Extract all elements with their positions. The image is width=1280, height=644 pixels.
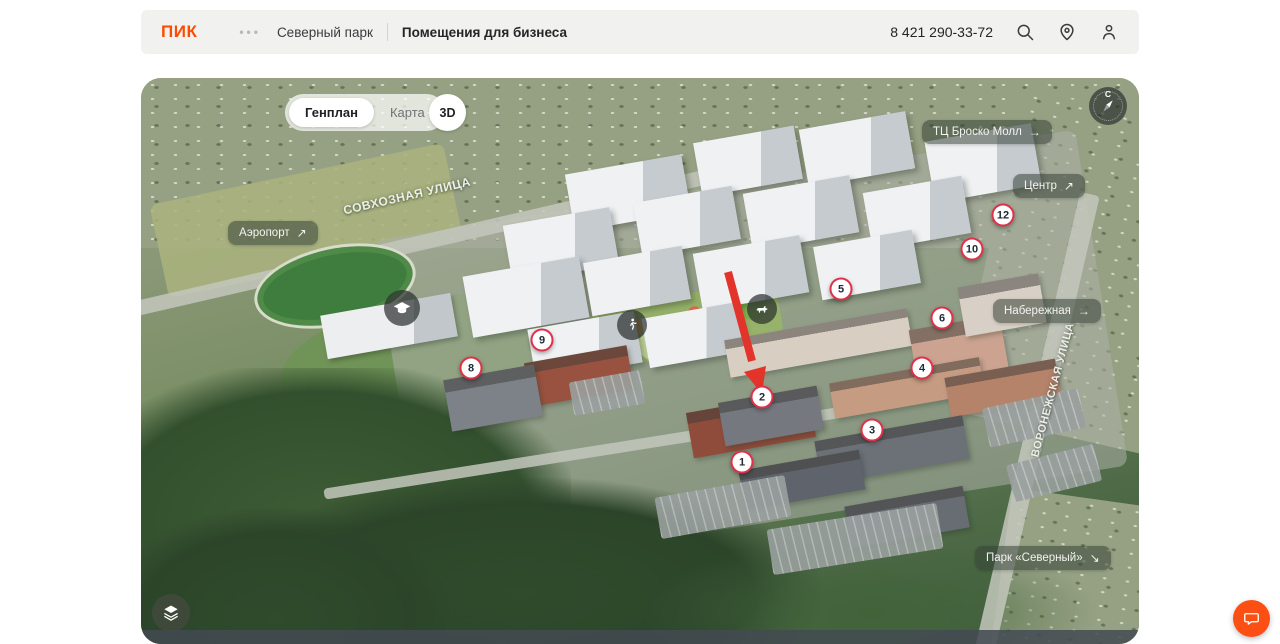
- map-decor-forest2: [141, 508, 451, 644]
- arrow-icon: →: [1078, 304, 1090, 318]
- location-label-brosko-mall[interactable]: ТЦ Броско Молл →: [922, 120, 1052, 144]
- arrow-icon: ↗: [297, 226, 307, 240]
- phone-number[interactable]: 8 421 290-33-72: [890, 24, 993, 40]
- building-marker-10[interactable]: 10: [961, 238, 984, 261]
- projects-menu-dots[interactable]: •••: [239, 25, 261, 39]
- building-marker-1[interactable]: 1: [731, 451, 754, 474]
- location-label-embankment[interactable]: Набережная →: [993, 299, 1101, 323]
- header-divider: [387, 23, 388, 41]
- pik-logo[interactable]: ПИК: [161, 22, 197, 42]
- location-label-text: Центр: [1024, 180, 1057, 192]
- building-marker-8[interactable]: 8: [460, 357, 483, 380]
- map-decor-strip: [141, 630, 1139, 644]
- compass-north-letter: С: [1105, 89, 1111, 99]
- location-label-airport[interactable]: Аэропорт ↗: [228, 221, 318, 245]
- building-marker-5[interactable]: 5: [830, 278, 853, 301]
- view-3d-button[interactable]: 3D: [429, 94, 466, 131]
- map-view-tabs: Генплан Карта: [285, 94, 445, 131]
- top-header: ПИК ••• Северный парк Помещения для бизн…: [141, 10, 1139, 54]
- school-icon[interactable]: [384, 290, 420, 326]
- location-label-text: ТЦ Броско Молл: [933, 126, 1022, 138]
- building-marker-3[interactable]: 3: [861, 419, 884, 442]
- building-marker-6[interactable]: 6: [931, 307, 954, 330]
- genplan-map-canvas[interactable]: СОВХОЗНАЯ УЛИЦА ВОРОНЕЖСКАЯ УЛИЦА 1 2 3 …: [141, 78, 1139, 644]
- location-label-text: Набережная: [1004, 305, 1071, 317]
- tab-genplan[interactable]: Генплан: [289, 98, 374, 127]
- search-icon[interactable]: [1015, 22, 1035, 42]
- compass-icon[interactable]: С: [1089, 87, 1127, 125]
- building-marker-4[interactable]: 4: [911, 357, 934, 380]
- nav-project-name[interactable]: Северный парк: [277, 25, 373, 40]
- location-pin-icon[interactable]: [1057, 22, 1077, 42]
- layers-icon[interactable]: [152, 594, 190, 632]
- nav-section-title[interactable]: Помещения для бизнеса: [402, 25, 567, 40]
- arrow-icon: →: [1029, 125, 1041, 139]
- location-label-center[interactable]: Центр ↗: [1013, 174, 1085, 198]
- location-label-text: Парк «Северный»: [986, 552, 1083, 564]
- location-label-text: Аэропорт: [239, 227, 290, 239]
- building-marker-2[interactable]: 2: [751, 386, 774, 409]
- arrow-icon: ↗: [1064, 179, 1074, 193]
- header-actions: 8 421 290-33-72: [890, 22, 1119, 42]
- pedestrian-icon[interactable]: [617, 310, 647, 340]
- dog-walking-icon[interactable]: [747, 294, 777, 324]
- building-marker-12[interactable]: 12: [992, 204, 1015, 227]
- profile-icon[interactable]: [1099, 22, 1119, 42]
- building-marker-9[interactable]: 9: [531, 329, 554, 352]
- chat-icon[interactable]: [1233, 600, 1270, 637]
- arrow-icon: ↘: [1090, 551, 1100, 565]
- location-label-park-severny[interactable]: Парк «Северный» ↘: [975, 546, 1111, 570]
